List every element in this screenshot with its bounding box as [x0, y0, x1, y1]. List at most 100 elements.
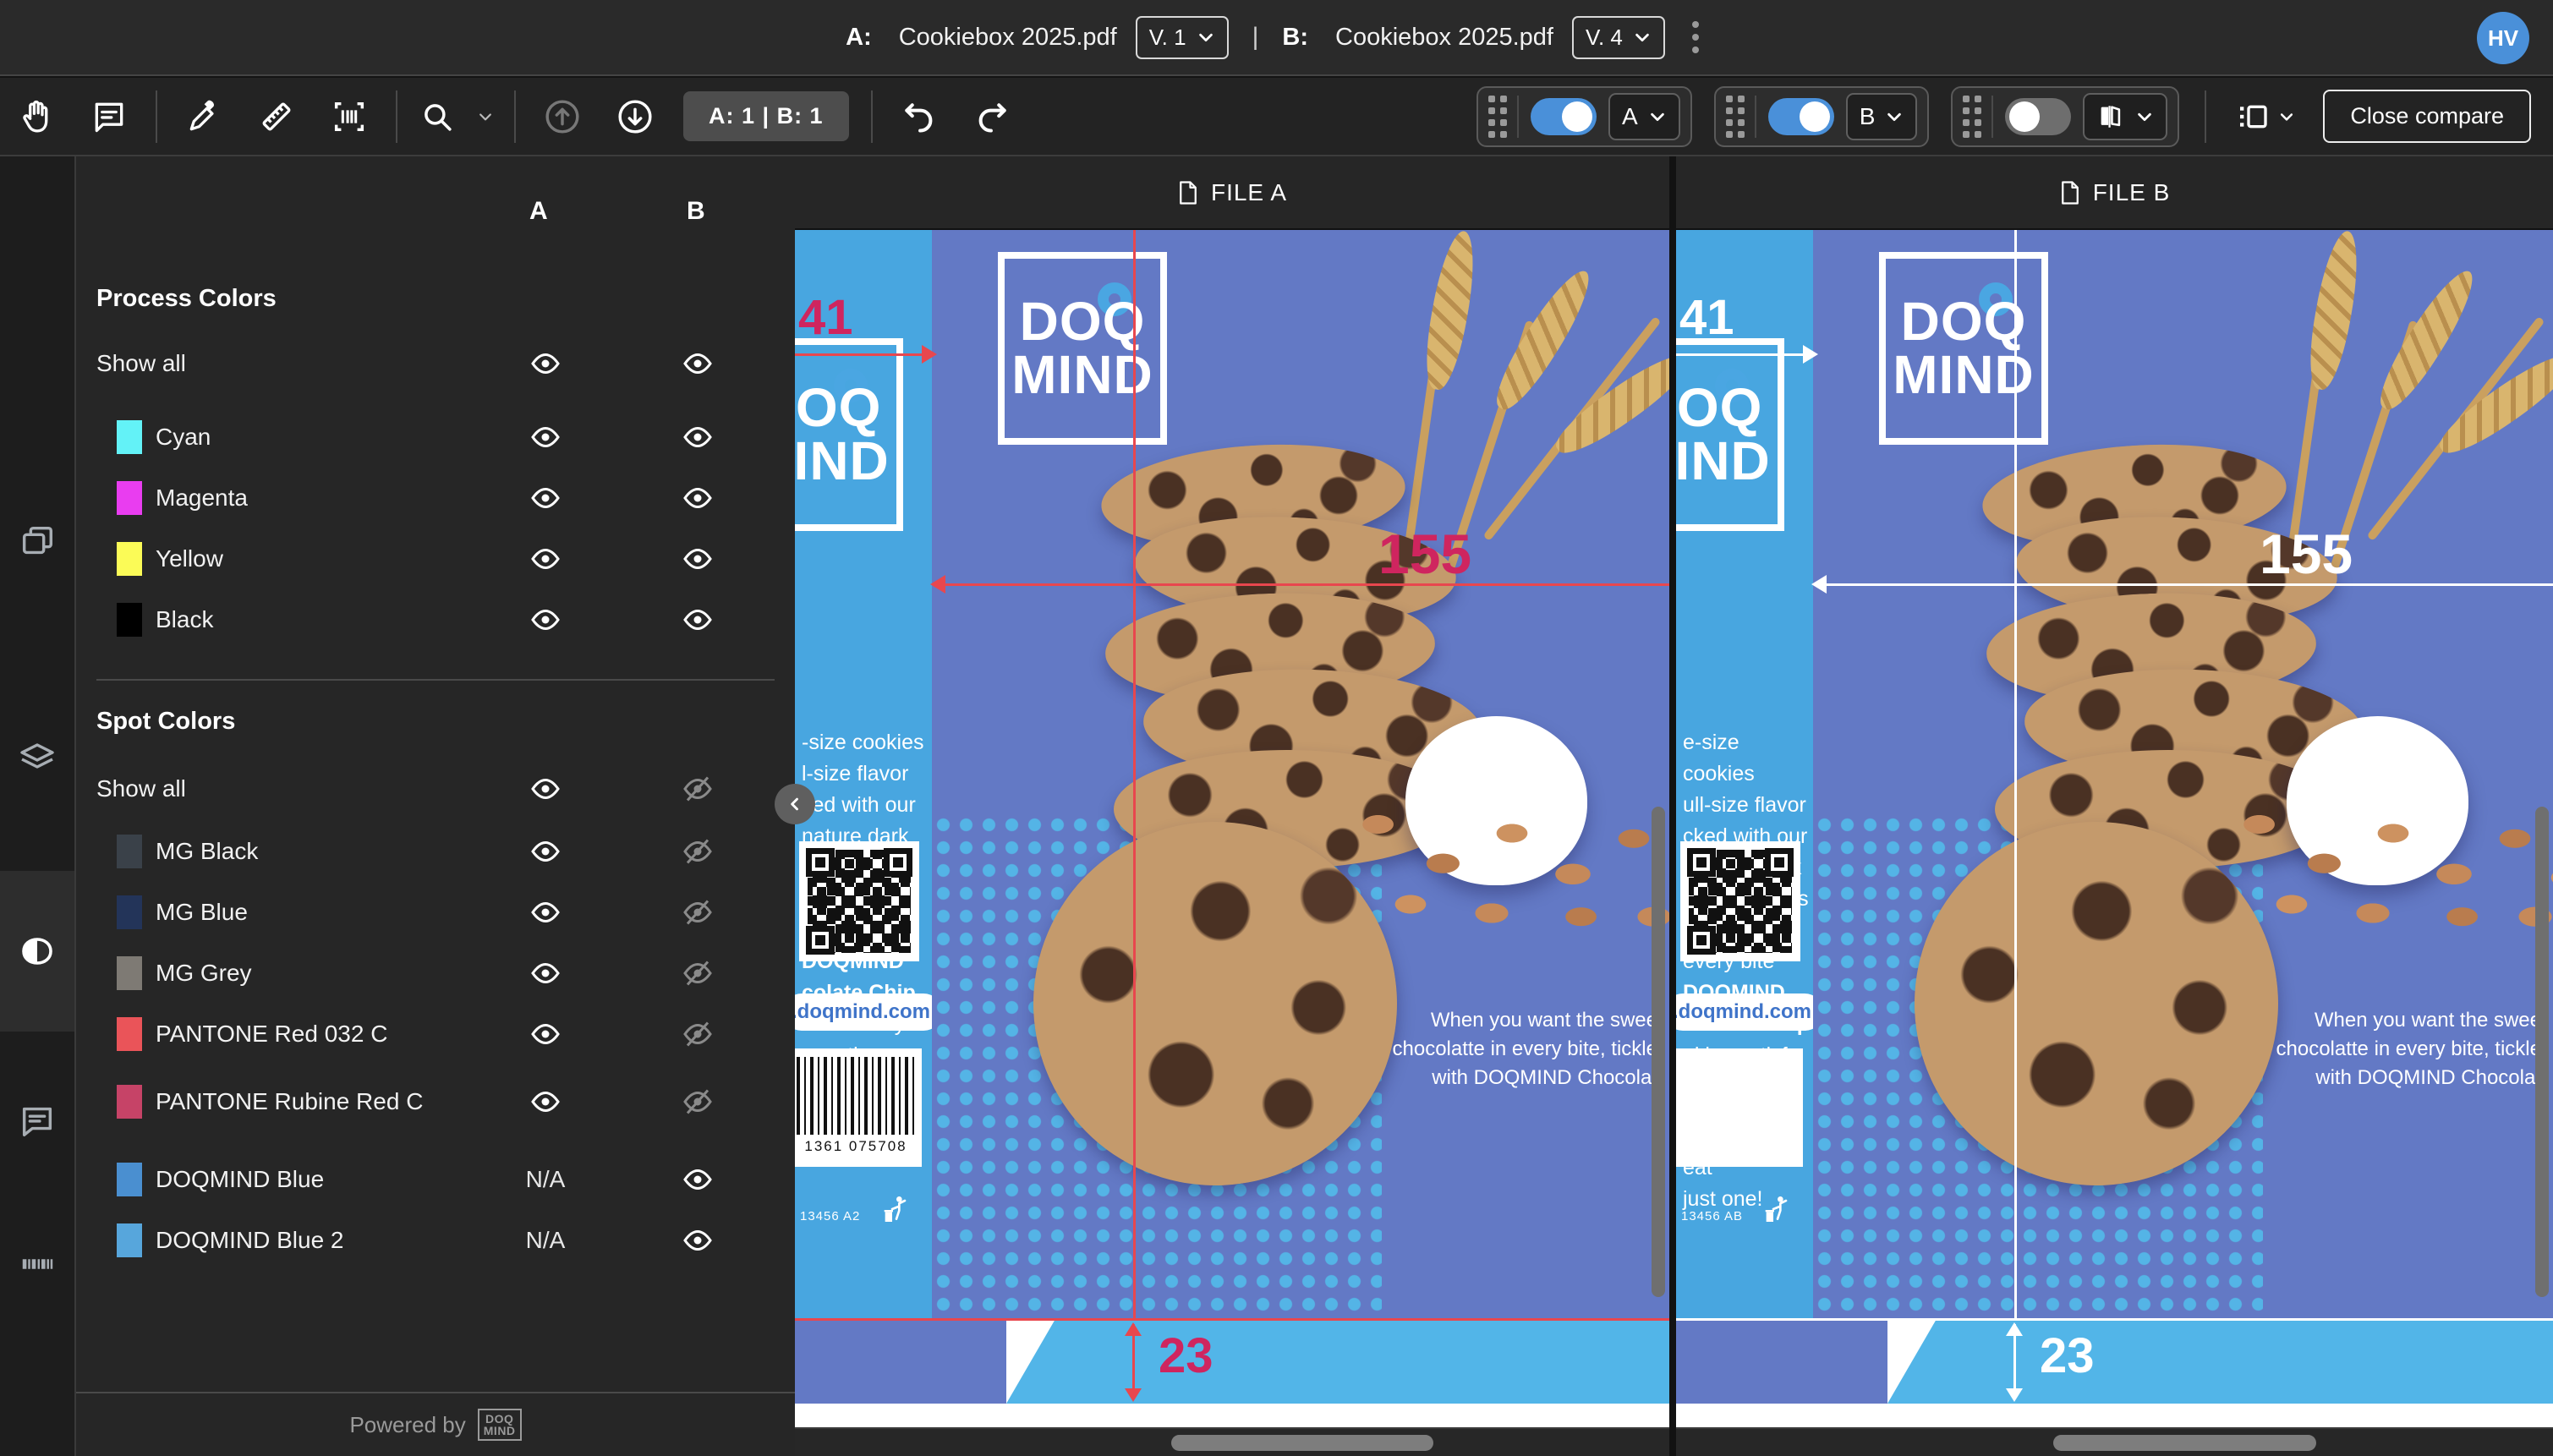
eyedropper-icon — [185, 98, 222, 135]
separation-b-toggle[interactable] — [668, 1225, 727, 1256]
scrollbar-thumb[interactable] — [1171, 1435, 1433, 1451]
separation-b-toggle[interactable] — [668, 544, 727, 574]
separation-a-toggle[interactable] — [516, 605, 575, 635]
file-b-version-value: V. 4 — [1586, 25, 1623, 51]
separation-b-toggle[interactable] — [668, 483, 727, 513]
comment-tool-button[interactable] — [73, 87, 145, 146]
separation-b-toggle[interactable] — [668, 897, 727, 928]
separation-row: Black — [76, 593, 795, 647]
eye-icon — [682, 422, 713, 452]
separation-a-toggle[interactable] — [516, 544, 575, 574]
sidebar-item-layers[interactable] — [0, 693, 74, 820]
undo-button[interactable] — [883, 87, 956, 146]
tidyman-icon — [1761, 1192, 1794, 1226]
horizontal-scrollbar[interactable] — [795, 1427, 1669, 1456]
panel-layout-button[interactable] — [2223, 87, 2308, 146]
previous-page-button[interactable] — [526, 87, 599, 146]
separation-a-toggle[interactable] — [516, 1087, 575, 1117]
layer-b-dropdown[interactable]: B — [1846, 93, 1918, 140]
drag-handle-icon[interactable] — [1488, 96, 1519, 138]
separation-a-toggle[interactable] — [516, 958, 575, 988]
compare-overlay-toggle[interactable] — [2005, 98, 2071, 135]
drag-handle-icon[interactable] — [1963, 96, 1993, 138]
search-button[interactable] — [408, 87, 467, 146]
separation-label: DOQMIND Blue — [156, 1163, 324, 1196]
separation-a-toggle[interactable] — [516, 422, 575, 452]
file-a-artwork: DOQ MIND When you want the swee chocolat… — [795, 230, 1669, 1456]
item-code: 13456 AB — [1681, 1209, 1743, 1223]
separation-label: PANTONE Rubine Red C — [156, 1086, 423, 1118]
dimension-155: 155 — [2260, 522, 2353, 586]
separation-a-na: N/A — [516, 1227, 575, 1254]
separation-a-toggle[interactable] — [516, 483, 575, 513]
page-indicator: A: 1 | B: 1 — [683, 91, 849, 141]
avatar[interactable]: HV — [2477, 12, 2529, 64]
next-page-button[interactable] — [599, 87, 671, 146]
close-compare-button[interactable]: Close compare — [2323, 90, 2531, 143]
separation-b-toggle[interactable] — [668, 605, 727, 635]
document-icon — [1177, 180, 1199, 205]
separation-label: MG Blue — [156, 896, 248, 928]
eye-icon — [530, 1019, 561, 1049]
separation-b-toggle[interactable] — [668, 1019, 727, 1049]
color-swatch — [117, 1163, 142, 1196]
layer-a-visibility-toggle[interactable] — [1531, 98, 1597, 135]
separation-label: DOQMIND Blue 2 — [156, 1224, 344, 1256]
qr-code — [799, 841, 919, 961]
separation-label: Magenta — [156, 482, 248, 514]
separation-a-toggle[interactable] — [516, 836, 575, 867]
layer-b-visibility-toggle[interactable] — [1768, 98, 1834, 135]
arrow-up-circle-icon — [543, 97, 582, 136]
separation-row: PANTONE Red 032 C — [76, 1007, 795, 1061]
sidebar-item-colors[interactable] — [0, 871, 74, 1032]
layer-b-label: B — [1860, 103, 1876, 130]
eye-icon — [530, 836, 561, 867]
file-b-prefix: B: — [1282, 24, 1308, 52]
separations-panel: A B Process Colors Show all Cyan Magenta… — [76, 156, 795, 1456]
sidebar-item-comments[interactable] — [0, 1057, 74, 1184]
dimension-line-155 — [944, 583, 1669, 586]
file-b-viewport[interactable]: DOQ MIND When you want the swee chocolat… — [1676, 230, 2553, 1456]
separation-b-toggle[interactable] — [668, 422, 727, 452]
spot-colors-title: Spot Colors — [96, 708, 235, 736]
process-show-all-b-toggle[interactable] — [668, 348, 727, 379]
layer-a-dropdown[interactable]: A — [1608, 93, 1680, 140]
collapse-panel-button[interactable] — [775, 784, 815, 824]
barcode-tool-button[interactable] — [313, 87, 386, 146]
separation-a-toggle[interactable] — [516, 897, 575, 928]
left-sidebar — [0, 156, 76, 1456]
eye-icon — [530, 897, 561, 928]
spot-show-all-a-toggle[interactable] — [516, 774, 575, 804]
separation-b-toggle[interactable] — [668, 1164, 727, 1195]
separation-b-toggle[interactable] — [668, 958, 727, 988]
separation-b-toggle[interactable] — [668, 836, 727, 867]
vertical-scrollbar[interactable] — [2535, 807, 2549, 1297]
file-a-version-select[interactable]: V. 1 — [1136, 16, 1229, 59]
more-options-kebab-icon[interactable] — [1684, 16, 1707, 58]
spot-show-all-b-toggle[interactable] — [668, 774, 727, 804]
process-show-all-a-toggle[interactable] — [516, 348, 575, 379]
horizontal-scrollbar[interactable] — [1676, 1427, 2553, 1456]
eye-icon — [682, 1164, 713, 1195]
eye-off-icon — [682, 1087, 713, 1117]
separation-b-toggle[interactable] — [668, 1087, 727, 1117]
sidebar-item-barcodes[interactable] — [0, 1201, 74, 1327]
doqmind-logo-side: DOQ MIND — [795, 338, 903, 531]
file-b-version-select[interactable]: V. 4 — [1572, 16, 1665, 59]
compare-mode-dropdown[interactable] — [2083, 93, 2167, 140]
redo-button[interactable] — [956, 87, 1028, 146]
sidebar-item-pages[interactable] — [0, 478, 74, 605]
vertical-scrollbar[interactable] — [1652, 807, 1665, 1297]
separation-label: MG Grey — [156, 957, 252, 989]
file-a-viewport[interactable]: DOQ MIND When you want the swee chocolat… — [795, 230, 1669, 1456]
measure-tool-button[interactable] — [240, 87, 313, 146]
eyedropper-tool-button[interactable] — [167, 87, 240, 146]
pan-tool-button[interactable] — [0, 87, 73, 146]
search-options-chevron[interactable] — [467, 87, 504, 146]
scrollbar-thumb[interactable] — [2053, 1435, 2316, 1451]
dimension-line-155 — [1825, 583, 2553, 586]
drag-handle-icon[interactable] — [1726, 96, 1756, 138]
document-icon — [2059, 180, 2081, 205]
separation-a-toggle[interactable] — [516, 1019, 575, 1049]
chevron-left-icon — [786, 796, 803, 813]
